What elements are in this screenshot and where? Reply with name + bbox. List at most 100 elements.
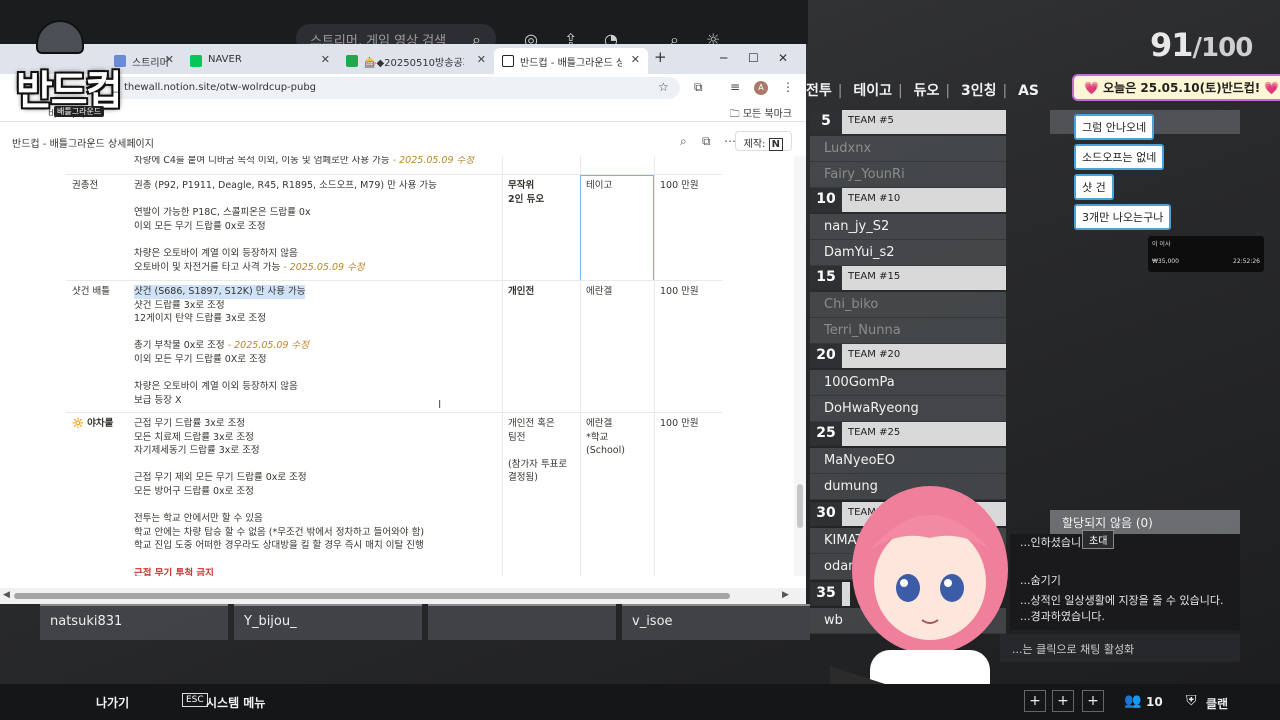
breadcrumb[interactable]: 반드컵 - 배틀그라운드 상세페이지 [12, 135, 154, 150]
exit-button[interactable]: 나가기 [96, 694, 129, 711]
player-slot[interactable]: DamYui_s2 [810, 240, 1006, 266]
scroll-right-icon[interactable]: ▶ [782, 590, 789, 600]
close-icon[interactable]: ✕ [165, 53, 174, 66]
add-slot-button[interactable]: + [1024, 690, 1046, 712]
widget-title: 이 이사 [1152, 241, 1171, 248]
tab-label: 🎰◆20250510방송공지 : 내 [364, 58, 464, 69]
player-slot[interactable]: nan_jy_S2 [810, 214, 1006, 240]
team-header[interactable]: 5 TEAM #5 [810, 110, 1006, 134]
tab-duo[interactable]: 듀오 [914, 83, 940, 99]
player-slot[interactable]: v_isoe [622, 604, 810, 640]
player-slot[interactable]: natsuki831 [40, 604, 228, 640]
add-slot-button[interactable]: + [1052, 690, 1074, 712]
tab-perspective[interactable]: 3인칭 [961, 83, 997, 99]
bandcup-logo: 반드컵 배틀그라운드 [6, 10, 146, 117]
rule-line: 오토바이 및 자전거를 타고 사격 가능 [134, 261, 281, 273]
player-slot[interactable]: Fairy_YounRi [810, 162, 1006, 188]
team-header[interactable]: 25 TEAM #25 [810, 422, 1006, 446]
close-icon[interactable]: ✕ [321, 53, 330, 66]
match-type: 개인전 혹은 팀전 (참가자 투표로 결정됨) [508, 418, 568, 484]
tab-naver[interactable]: NAVER ✕ [182, 48, 338, 74]
notion-logo-icon: N [768, 138, 783, 151]
tab-bandcup-notion[interactable]: 반드컵 - 배틀그라운드 상세페이지 ✕ [494, 48, 648, 74]
column-divider [502, 413, 503, 576]
table-row: 샷건 배틀 샷건 (S686, S1897, S12K) 만 사용 가능 샷건 … [66, 280, 722, 412]
game-chat-panel: ...인하셨습니다. ...숨기기 ...상적인 일상생활에 지장을 줄 수 있… [1010, 534, 1240, 630]
cell-selection [580, 175, 654, 281]
profile-avatar[interactable]: A [754, 81, 768, 95]
all-bookmarks-label: 모든 북마크 [742, 109, 792, 120]
tab-broadcast-notice[interactable]: 🎰◆20250510방송공지 : 내 ✕ [338, 48, 494, 74]
team-name: TEAM #5 [848, 115, 894, 126]
column-divider [502, 175, 503, 280]
map-cell: 에란겔 *학교 (School) [586, 418, 625, 457]
player-slot[interactable]: Ludxnx [810, 136, 1006, 162]
chat-activate-hint[interactable]: ...는 클릭으로 채팅 활성화 [1000, 634, 1240, 662]
extensions-icon[interactable]: ⧉ [694, 80, 703, 95]
rule-line: 전투는 학교 안에서만 할 수 있음 [134, 513, 263, 525]
all-bookmarks-button[interactable]: 🗀 모든 북마크 [730, 105, 792, 124]
column-divider [502, 281, 503, 412]
folder-icon: 🗀 [729, 109, 743, 120]
rule-line: 총기 부착물 0x로 조정 [134, 340, 225, 352]
tab-region[interactable]: AS [1018, 83, 1039, 99]
rule-line: 모든 치료제 드랍률 3x로 조정 [134, 431, 254, 443]
add-slot-button[interactable]: + [1082, 690, 1104, 712]
team-name: TEAM #25 [848, 427, 901, 438]
logo-subtext: 배틀그라운드 [54, 106, 105, 117]
rule-line: 보급 등장 X [134, 394, 182, 406]
duplicate-icon[interactable]: ⧉ [702, 134, 711, 149]
rule-line: 학교 안에는 차량 탑승 할 수 없음 (*무조건 밖에서 정차하고 들어와야 … [134, 526, 425, 538]
new-tab-button[interactable]: + [654, 48, 667, 66]
scroll-thumb[interactable] [797, 484, 803, 528]
team-number: 10 [810, 188, 842, 212]
vertical-scrollbar[interactable] [794, 156, 806, 576]
made-with-notion-button[interactable]: 제작: N [734, 131, 792, 151]
player-slot[interactable]: Y_bijou_ [234, 604, 422, 640]
tab-label: 반드컵 - 배틀그라운드 상세페이지 [520, 58, 622, 69]
url-input[interactable]: thewall.notion.site/otw-wolrdcup-pubg [110, 77, 680, 99]
rule-line: 차량은 오토바이 계열 이외 등장하지 않음 [134, 381, 298, 393]
team-header[interactable]: 10 TEAM #10 [810, 188, 1006, 212]
horizontal-scroll-thumb[interactable] [14, 593, 730, 599]
bottom-player-row: natsuki831 Y_bijou_ v_isoe [40, 604, 820, 640]
close-icon[interactable]: ✕ [477, 53, 486, 66]
tab-battle[interactable]: 전투 [806, 83, 832, 99]
close-window-button[interactable]: ✕ [778, 51, 788, 65]
bookmark-star-icon[interactable]: ☆ [658, 80, 669, 94]
player-slot[interactable]: Chi_biko [810, 292, 1006, 318]
scroll-left-icon[interactable]: ◀ [3, 590, 10, 600]
mode-name: 샷건 배틀 [72, 286, 110, 297]
team-header[interactable]: 15 TEAM #15 [810, 266, 1006, 290]
invite-button[interactable]: 초대 [1082, 530, 1115, 549]
tab-map[interactable]: 테이고 [853, 83, 892, 99]
minimize-button[interactable]: ─ [720, 51, 727, 65]
player-slot[interactable]: 100GomPa [810, 370, 1006, 396]
modified-note: - 2025.05.09 수정 [389, 156, 475, 166]
horizontal-scrollbar[interactable]: ◀ ▶ [0, 588, 806, 604]
map-cell: 에란겔 [586, 286, 613, 297]
player-slot[interactable]: Terri_Nunna [810, 318, 1006, 344]
player-slot-empty[interactable] [428, 604, 616, 640]
table-row: 🔆 야차룰 근접 무기 드랍률 3x로 조정 모든 치료제 드랍률 3x로 조정… [66, 412, 722, 576]
player-count: 10 [1146, 695, 1163, 709]
clan-button[interactable]: 클랜 [1206, 695, 1228, 712]
text-cursor-icon: I [438, 398, 442, 411]
player-slot[interactable]: DoHwaRyeong [810, 396, 1006, 422]
rule-cell: 근접 무기 드랍률 3x로 조정 모든 치료제 드랍률 3x로 조정 자기제세동… [128, 413, 502, 576]
chat-message: 그럼 안나오네 [1074, 114, 1155, 140]
rule-line: 차량에 C4를 붙여 디바굼 목적 이외, 이동 및 엄폐로만 사용 가능 [134, 156, 390, 166]
chat-message: 샷 건 [1074, 174, 1114, 200]
maximize-button[interactable]: ☐ [748, 51, 759, 65]
team-number: 25 [810, 422, 842, 446]
media-icon[interactable]: ≡ [730, 80, 740, 94]
system-menu-button[interactable]: 시스템 메뉴 [206, 694, 265, 711]
team-header[interactable]: 20 TEAM #20 [810, 344, 1006, 368]
rule-line: 자기제세동기 드랍률 3x로 조정 [134, 445, 260, 457]
rule-line: 연발이 가능한 P18C, 스콜피온은 드랍률 0x [134, 207, 311, 219]
search-icon[interactable]: ⌕ [680, 134, 687, 149]
menu-kebab-icon[interactable]: ⋮ [782, 80, 794, 94]
close-icon[interactable]: ✕ [631, 53, 640, 66]
unassigned-header[interactable]: 할당되지 않음 (0) [1050, 510, 1240, 534]
match-settings-tabs: 전투 | 테이고 | 듀오 | 3인칭 | AS [806, 83, 1039, 99]
